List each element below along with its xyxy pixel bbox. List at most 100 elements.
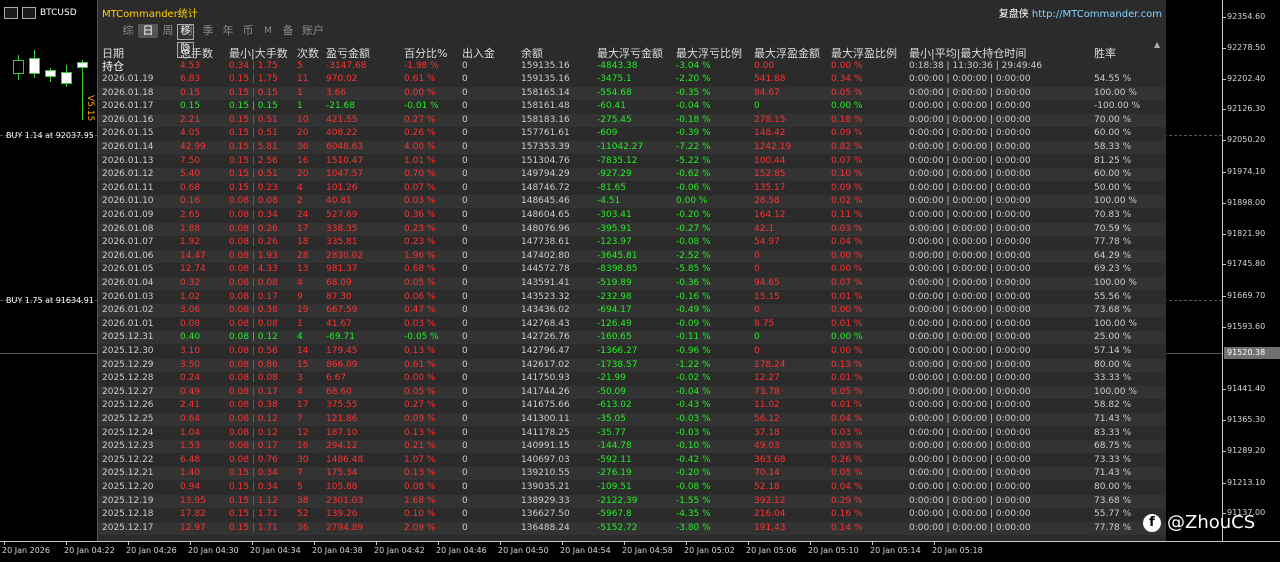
cell-pnl: 40.81	[326, 196, 352, 207]
buy-label-1[interactable]: BUY 1.14 at 92037.95	[6, 131, 94, 140]
cell-count: 19	[297, 305, 309, 316]
table-row: 2026.01.10 0.16 0.08 | 0.08 2 40.81 0.03 % 0 14…	[98, 195, 1166, 209]
panel-brand[interactable]: 复盘侠 http://MTCommander.com	[999, 5, 1162, 20]
cell-mflp: -5.22 %	[676, 155, 711, 166]
tab-9[interactable]: 账户	[298, 24, 328, 38]
cell-hold: 0:00:00 | 0:00:00 | 0:00:00	[909, 223, 1031, 234]
cell-minmax: 0.08 | 0.17	[229, 441, 278, 452]
cell-mfpp: 0.04 %	[831, 237, 863, 248]
cell-date: 2026.01.11	[102, 182, 154, 193]
buy-label-2[interactable]: BUY 1.75 at 91634.91	[6, 296, 94, 305]
cell-count: 28	[297, 250, 309, 261]
price-axis[interactable]: 92354.60 92278.50 92202.40 92126.30 92050.20…	[1222, 0, 1280, 541]
candle	[61, 72, 72, 84]
cell-bal: 143436.02	[521, 305, 570, 316]
table-row: 2026.01.05 12.74 0.08 | 4.33 13 981.37 0.68 %…	[98, 263, 1166, 276]
cell-mflp: -0.27 %	[676, 223, 711, 234]
cell-mflp: -1.55 %	[676, 495, 711, 506]
time-tick	[4, 542, 5, 545]
cell-mfp: 42.1	[754, 223, 775, 234]
cell-mfpp: 0.16 %	[831, 509, 863, 520]
tab-4[interactable]: 季	[198, 24, 218, 38]
cell-win: -100.00 %	[1094, 101, 1141, 112]
time-tick	[500, 542, 501, 545]
cell-hold: 0:00:00 | 0:00:00 | 0:00:00	[909, 468, 1031, 479]
cell-io: 0	[462, 196, 468, 207]
cell-lots: 5.40	[180, 169, 201, 180]
cell-io: 0	[462, 61, 468, 71]
cell-mfp: 0	[754, 305, 760, 316]
cell-lots: 1.02	[180, 291, 201, 302]
cell-win: 55.56 %	[1094, 291, 1132, 302]
cell-io: 0	[462, 509, 468, 520]
cell-lots: 3.50	[180, 359, 201, 370]
cell-mfl: -694.17	[597, 305, 632, 316]
cell-mfp: 49.03	[754, 441, 780, 452]
cell-io: 0	[462, 427, 468, 438]
current-price-badge: 91520.38	[1224, 347, 1280, 359]
cell-pnl: -69.71	[326, 332, 356, 343]
cell-pnl: 121.86	[326, 414, 358, 424]
time-axis[interactable]: 20 Jan 2026 20 Jan 04:22 20 Jan 04:26 20 Ja…	[0, 541, 1280, 562]
tab-1[interactable]: 日	[138, 24, 158, 38]
tab-0[interactable]: 综	[118, 24, 138, 38]
table-row: 2025.12.25 0.64 0.08 | 0.12 7 121.86 0.09 % 0 1…	[98, 413, 1166, 426]
column-header: 最大浮亏比例	[676, 47, 742, 60]
tab-8[interactable]: 备	[278, 24, 298, 38]
table-row: 2026.01.11 0.68 0.15 | 0.23 4 101.26 0.07 % 0 1…	[98, 182, 1166, 195]
price-label: 91974.10	[1227, 167, 1266, 176]
cell-count: 14	[297, 346, 309, 356]
chart-window-icon[interactable]	[4, 7, 18, 19]
cell-io: 0	[462, 400, 468, 411]
cell-bal: 147402.80	[521, 250, 570, 261]
time-tick	[438, 542, 439, 545]
cell-bal: 157761.61	[521, 128, 570, 139]
cell-pnl: -3147.68	[326, 61, 367, 71]
cell-win: 55.77 %	[1094, 509, 1132, 520]
cell-hold: 0:00:00 | 0:00:00 | 0:00:00	[909, 482, 1031, 492]
cell-pct: 0.05 %	[404, 386, 436, 397]
cell-io: 0	[462, 278, 468, 288]
cell-win: 58.82 %	[1094, 400, 1132, 411]
cell-bal: 151304.76	[521, 155, 570, 166]
price-label: 91365.30	[1227, 415, 1266, 424]
cell-hold: 0:00:00 | 0:00:00 | 0:00:00	[909, 237, 1031, 248]
cell-pct: 0.08 %	[404, 482, 436, 492]
time-label: 20 Jan 04:46	[436, 546, 487, 555]
cell-mflp: -0.43 %	[676, 400, 711, 411]
price-label: 92202.40	[1227, 74, 1266, 83]
cell-count: 9	[297, 291, 303, 302]
cell-mfl: -109.51	[597, 482, 632, 492]
tab-6[interactable]: 币	[238, 24, 258, 38]
cell-mfp: 100.44	[754, 155, 786, 166]
time-label: 20 Jan 04:54	[560, 546, 611, 555]
cell-mfpp: 0.13 %	[831, 359, 863, 370]
cell-mflp: -3.04 %	[676, 61, 711, 71]
cell-mfl: -613.02	[597, 400, 632, 411]
price-label: 91821.90	[1227, 229, 1266, 238]
cell-mfl: -395.91	[597, 223, 632, 234]
cell-bal: 136488.24	[521, 522, 570, 533]
cell-hold: 0:00:00 | 0:00:00 | 0:00:00	[909, 264, 1031, 275]
tab-7[interactable]: M	[258, 24, 278, 38]
cell-count: 12	[297, 427, 309, 438]
tab-3[interactable]: 月	[178, 24, 198, 38]
brand-url[interactable]: http://MTCommander.com	[1032, 9, 1162, 20]
cell-mfp: 0	[754, 250, 760, 261]
cell-io: 0	[462, 155, 468, 166]
tab-5[interactable]: 年	[218, 24, 238, 38]
cell-pct: 0.13 %	[404, 346, 436, 356]
cell-mfp: 0	[754, 332, 760, 343]
price-label: 91669.70	[1227, 291, 1266, 300]
cell-date: 2025.12.29	[102, 359, 154, 370]
tab-2[interactable]: 周	[158, 24, 178, 38]
cell-lots: 0.68	[180, 182, 201, 193]
scroll-up-icon[interactable]: ▲	[1154, 40, 1160, 49]
cell-pct: -0.01 %	[404, 101, 439, 112]
cell-pct: 0.07 %	[404, 182, 436, 193]
cell-pct: 0.13 %	[404, 468, 436, 479]
cell-hold: 0:00:00 | 0:00:00 | 0:00:00	[909, 87, 1031, 98]
cell-mfl: -4843.38	[597, 61, 638, 71]
cell-bal: 140991.15	[521, 441, 570, 452]
cell-pnl: 375.55	[326, 400, 358, 411]
